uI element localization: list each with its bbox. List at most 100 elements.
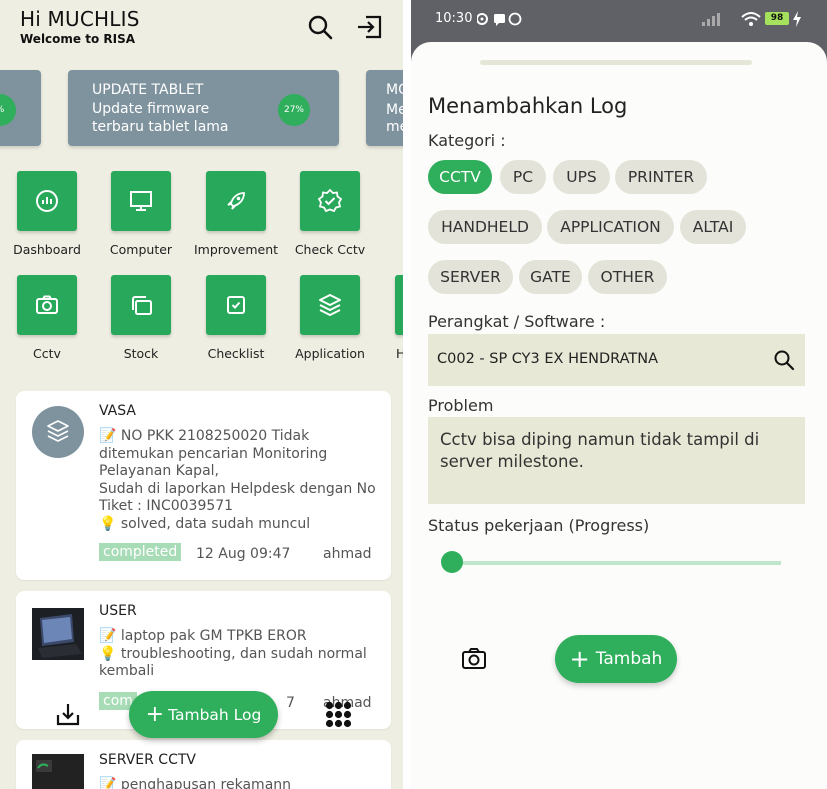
- device-search-field[interactable]: C002 - SP CY3 EX HENDRATNA: [428, 334, 805, 386]
- banner-title: MO: [386, 82, 403, 98]
- menu-computer[interactable]: Computer: [94, 171, 188, 271]
- category-chip-application[interactable]: APPLICATION: [547, 210, 674, 244]
- device-label: Perangkat / Software :: [428, 312, 606, 331]
- menu-label: Computer: [109, 242, 173, 257]
- category-chip-pc[interactable]: PC: [500, 160, 546, 194]
- menu-tile: [17, 171, 77, 231]
- server-photo-icon: [32, 754, 84, 789]
- problem-label: Problem: [428, 396, 494, 415]
- notification-icons: [477, 12, 522, 26]
- menu-tile: [300, 275, 360, 335]
- menu-tile: [300, 171, 360, 231]
- log-date: 7: [286, 695, 295, 711]
- progress-slider-thumb[interactable]: [441, 551, 463, 573]
- menu-check-cctv[interactable]: Check Cctv: [283, 171, 377, 271]
- menu-stock[interactable]: Stock: [94, 275, 188, 375]
- plus-icon: +: [569, 645, 590, 673]
- log-date: 12 Aug 09:47: [196, 546, 291, 562]
- category-chip-altai[interactable]: ALTAI: [680, 210, 746, 244]
- log-card[interactable]: SERVER CCTV 📝 penghapusan rekamann: [16, 740, 391, 789]
- chart-circle-icon: [36, 190, 58, 212]
- log-description: 📝 NO PKK 2108250020 Tidak ditemukan penc…: [99, 428, 381, 533]
- laptop-photo-icon: [32, 608, 84, 660]
- search-icon[interactable]: [773, 349, 795, 371]
- banner-description: Update firmware terbaru tablet lama: [92, 101, 229, 135]
- log-line: 📝 NO PKK 2108250020 Tidak ditemukan penc…: [99, 428, 328, 479]
- banner-card-partial-right[interactable]: MO Me me: [366, 70, 403, 146]
- add-log-button[interactable]: + Tambah Log: [129, 691, 278, 738]
- grid-dots-icon[interactable]: [325, 701, 352, 728]
- log-line: 📝 laptop pak GM TPKB EROR: [99, 628, 307, 644]
- menu-partial[interactable]: H: [378, 275, 403, 375]
- banner-description: me: [386, 119, 403, 135]
- banner-title: UPDATE TABLET: [92, 82, 204, 98]
- login-icon[interactable]: [356, 13, 384, 41]
- add-button[interactable]: + Tambah: [555, 635, 677, 683]
- banner-description: Me: [386, 102, 403, 118]
- menu-label: Checklist: [207, 346, 265, 361]
- category-chip-ups[interactable]: UPS: [553, 160, 610, 194]
- checkbox-icon: [227, 296, 245, 314]
- menu-label: Improvement: [193, 242, 279, 257]
- log-line: 📝 penghapusan rekamann: [99, 777, 292, 789]
- menu-tile: [395, 275, 403, 335]
- banner-card-partial-left[interactable]: %: [0, 70, 41, 146]
- camera-icon: [36, 295, 58, 314]
- banner-progress-badge: 27%: [278, 94, 310, 126]
- problem-textarea[interactable]: Cctv bisa diping namun tidak tampil di s…: [428, 417, 805, 504]
- menu-improvement[interactable]: Improvement: [189, 171, 283, 271]
- menu-label: Stock: [123, 346, 159, 361]
- menu-cctv[interactable]: Cctv: [0, 275, 94, 375]
- add-log-sheet: Menambahkan Log Kategori : CCTV PC UPS P…: [411, 42, 827, 789]
- add-log-label: Tambah Log: [168, 705, 262, 724]
- category-chip-other[interactable]: OTHER: [588, 260, 667, 294]
- add-log-screen: 10:30 98 Menambahkan Log Kategori : CCTV…: [411, 0, 827, 789]
- menu-dashboard[interactable]: Dashboard: [0, 171, 94, 271]
- home-screen: Hi MUCHLIS Welcome to RISA % UPDATE TABL…: [0, 0, 403, 789]
- category-chip-handheld[interactable]: HANDHELD: [428, 210, 542, 244]
- category-chip-gate[interactable]: GATE: [519, 260, 582, 294]
- layers-box-icon: [132, 296, 152, 315]
- progress-label: Status pekerjaan (Progress): [428, 516, 650, 535]
- greeting-title: Hi MUCHLIS: [20, 7, 140, 31]
- verified-badge-icon: [317, 188, 343, 213]
- menu-tile: [111, 171, 171, 231]
- menu-label: H: [396, 346, 403, 361]
- category-chip-server[interactable]: SERVER: [428, 260, 513, 294]
- search-icon[interactable]: [306, 13, 334, 41]
- charging-icon: [793, 11, 801, 27]
- category-chip-cctv[interactable]: CCTV: [428, 160, 492, 194]
- status-bar: 10:30 98: [411, 0, 827, 38]
- stack-icon: [319, 294, 341, 316]
- menu-checklist[interactable]: Checklist: [189, 275, 283, 375]
- menu-label: Dashboard: [13, 242, 81, 257]
- menu-tile: [17, 275, 77, 335]
- log-title: USER: [99, 603, 137, 619]
- status-time: 10:30: [435, 11, 473, 26]
- log-user: ahmad: [323, 546, 372, 562]
- menu-application[interactable]: Application: [283, 275, 377, 375]
- device-value: C002 - SP CY3 EX HENDRATNA: [437, 351, 659, 367]
- banner-card[interactable]: UPDATE TABLET Update firmware terbaru ta…: [68, 70, 339, 146]
- camera-icon[interactable]: [461, 647, 487, 671]
- log-line: 💡 troubleshooting, dan sudah normal kemb…: [99, 645, 367, 680]
- category-chip-printer[interactable]: PRINTER: [615, 160, 707, 194]
- menu-tile: [206, 275, 266, 335]
- progress-slider-track[interactable]: [451, 561, 781, 565]
- log-card[interactable]: VASA 📝 NO PKK 2108250020 Tidak ditemukan…: [16, 391, 391, 580]
- menu-tile: [206, 171, 266, 231]
- log-description: 📝 laptop pak GM TPKB EROR 💡 troubleshoot…: [99, 628, 381, 681]
- sheet-drag-handle[interactable]: [480, 60, 752, 65]
- battery-indicator: 98: [765, 12, 789, 25]
- add-button-label: Tambah: [595, 649, 663, 669]
- problem-value: Cctv bisa diping namun tidak tampil di s…: [440, 430, 760, 471]
- welcome-subtitle: Welcome to RISA: [20, 32, 136, 46]
- category-label: Kategori :: [428, 131, 506, 150]
- log-line: Sudah di laporkan Helpdesk dengan No Tik…: [99, 480, 376, 515]
- menu-label: Application: [295, 346, 365, 361]
- status-badge: completed: [99, 543, 182, 561]
- rocket-icon: [227, 192, 245, 210]
- sheet-title: Menambahkan Log: [428, 94, 628, 118]
- wifi-icon: [741, 12, 761, 26]
- download-icon[interactable]: [55, 701, 81, 727]
